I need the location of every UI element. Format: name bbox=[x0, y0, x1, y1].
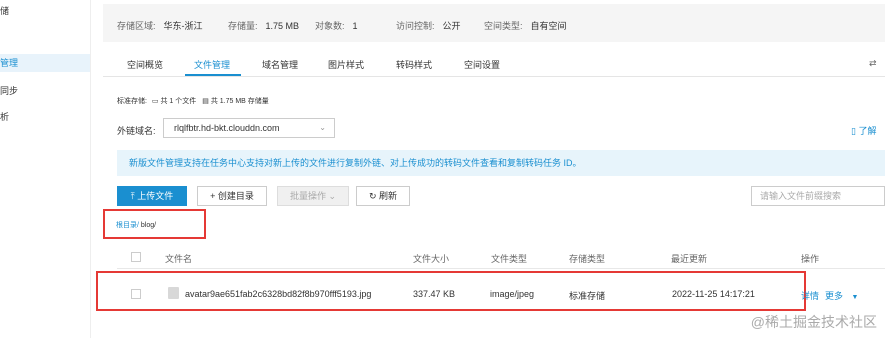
access-info: 访问控制: 公开 bbox=[396, 21, 461, 31]
storage-total: 共 1.75 MB 存储量 bbox=[210, 98, 269, 105]
header-file-type: 文件类型 bbox=[491, 254, 528, 264]
search-input[interactable] bbox=[751, 186, 885, 206]
upload-icon: ⤒ bbox=[130, 191, 135, 201]
chevron-down-icon: ⌄ bbox=[328, 191, 337, 201]
objects-info: 对象数: 1 bbox=[315, 21, 358, 31]
tab-overview[interactable]: 空间概览 bbox=[127, 58, 163, 71]
image-file-icon bbox=[168, 287, 179, 299]
domain-select[interactable]: rlqlfbtr.hd-bkt.clouddn.com ⌄ bbox=[163, 118, 335, 138]
plus-icon: + bbox=[210, 191, 216, 201]
bucket-info-bar: 存储区域: 华东-浙江 存储量: 1.75 MB 对象数: 1 访问控制: 公开 空间类… bbox=[103, 4, 885, 42]
standard-storage-label: 标准存储: bbox=[117, 98, 147, 105]
table-header: 文件名 文件大小 文件类型 存储类型 最近更新 操作 bbox=[117, 246, 885, 269]
sidebar-item-label: 析 bbox=[0, 112, 10, 122]
breadcrumb: 根目录/ blog/ bbox=[116, 220, 156, 230]
tab-file-management[interactable]: 文件管理 bbox=[194, 58, 230, 71]
file-type: image/jpeg bbox=[490, 289, 535, 299]
sidebar-item-label: 储 bbox=[0, 6, 10, 16]
breadcrumb-root[interactable]: 根目录/ bbox=[116, 222, 139, 229]
storage-info: 存储量: 1.75 MB bbox=[228, 21, 300, 31]
sidebar-item-manage[interactable]: 管理 bbox=[0, 54, 90, 72]
file-name[interactable]: avatar9ae651fab2c6328bd82f8b970fff5193.j… bbox=[185, 289, 371, 299]
select-all-checkbox[interactable] bbox=[131, 252, 141, 262]
row-checkbox[interactable] bbox=[131, 289, 141, 299]
document-icon: ▯ bbox=[851, 126, 856, 136]
space-type-info: 空间类型: 自有空间 bbox=[484, 21, 567, 31]
last-updated: 2022-11-25 14:17:21 bbox=[672, 289, 755, 299]
storage-icon: ▤ bbox=[202, 98, 209, 105]
sidebar-item-sync[interactable]: 同步 bbox=[0, 84, 18, 97]
domain-value: rlqlfbtr.hd-bkt.clouddn.com bbox=[174, 123, 280, 133]
breadcrumb-current: blog/ bbox=[140, 222, 157, 229]
tab-image-styles[interactable]: 图片样式 bbox=[328, 58, 364, 71]
header-actions: 操作 bbox=[801, 254, 820, 264]
tab-transcode-styles[interactable]: 转码样式 bbox=[396, 58, 432, 71]
file-size: 337.47 KB bbox=[413, 289, 456, 299]
sidebar-item-storage[interactable]: 储 bbox=[0, 4, 9, 17]
refresh-icon: ↻ bbox=[368, 191, 377, 201]
upload-button[interactable]: ⤒ 上传文件 bbox=[117, 186, 187, 206]
details-link[interactable]: 详情 bbox=[801, 289, 819, 302]
more-actions-link[interactable]: 更多 ▼ bbox=[825, 289, 858, 302]
domain-label: 外链域名: bbox=[117, 126, 156, 136]
sidebar: 储 管理 同步 析 bbox=[0, 0, 91, 338]
refresh-button[interactable]: ↻ 刷新 bbox=[356, 186, 410, 206]
create-directory-button[interactable]: + 创建目录 bbox=[197, 186, 267, 206]
tab-space-settings[interactable]: 空间设置 bbox=[464, 58, 500, 71]
file-count: 共 1 个文件 bbox=[160, 98, 197, 105]
main-content: 存储区域: 华东-浙江 存储量: 1.75 MB 对象数: 1 访问控制: 公开 空间类… bbox=[96, 0, 885, 338]
header-file-name: 文件名 bbox=[165, 254, 193, 264]
batch-operations-button[interactable]: 批量操作 ⌄ bbox=[277, 186, 349, 206]
caret-down-icon: ▼ bbox=[851, 294, 859, 301]
storage-stats: 标准存储: ▭ 共 1 个文件 ▤ 共 1.75 MB 存储量 bbox=[117, 96, 269, 106]
info-notice: 新版文件管理支持在任务中心支持对新上传的文件进行复制外链、对上传成功的转码文件查… bbox=[117, 150, 885, 176]
folder-icon: ▭ bbox=[151, 98, 159, 105]
active-tab-indicator bbox=[185, 74, 241, 76]
header-last-updated: 最近更新 bbox=[671, 254, 708, 264]
region-info: 存储区域: 华东-浙江 bbox=[117, 21, 203, 31]
sidebar-item-label: 管理 bbox=[0, 58, 19, 68]
sidebar-item-label: 同步 bbox=[0, 86, 19, 96]
watermark: @稀土掘金技术社区 bbox=[750, 314, 877, 330]
storage-type: 标准存储 bbox=[569, 291, 606, 301]
header-file-size: 文件大小 bbox=[413, 254, 450, 264]
sidebar-item-analysis[interactable]: 析 bbox=[0, 110, 9, 123]
header-storage-type: 存储类型 bbox=[569, 254, 606, 264]
tab-domain-management[interactable]: 域名管理 bbox=[262, 58, 298, 71]
tab-bar: 空间概览 文件管理 域名管理 图片样式 转码样式 空间设置 ⇄ bbox=[103, 50, 885, 77]
learn-more-link[interactable]: ▯ 了解 bbox=[851, 124, 876, 137]
settings-icon[interactable]: ⇄ bbox=[869, 58, 877, 69]
chevron-down-icon: ⌄ bbox=[319, 123, 326, 132]
